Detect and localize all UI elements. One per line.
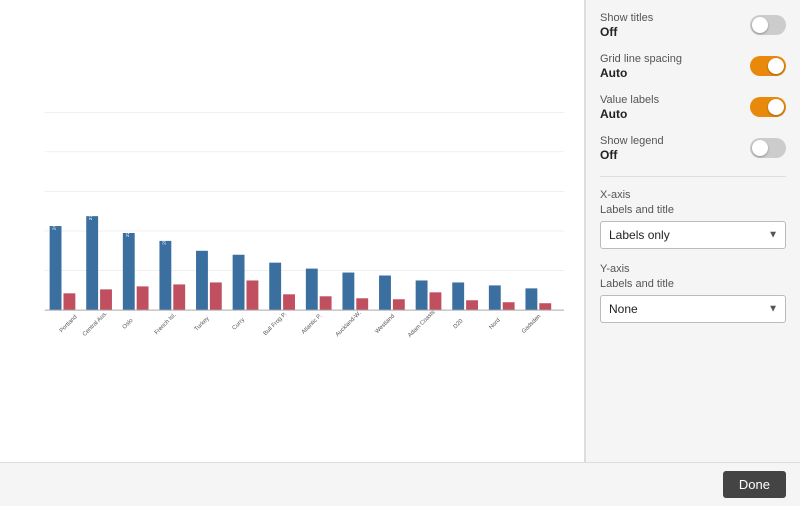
value-labels-toggle[interactable] bbox=[750, 97, 786, 117]
footer: Done bbox=[0, 462, 800, 506]
show-legend-value: Off bbox=[600, 148, 664, 162]
grid-line-label: Grid line spacing bbox=[600, 53, 682, 65]
x-axis-select-wrapper: Labels only Labels and title Title only … bbox=[600, 221, 786, 249]
svg-text:Atlantic P.: Atlantic P. bbox=[301, 313, 324, 336]
value-labels-value: Auto bbox=[600, 107, 659, 121]
show-legend-setting: Show legend Off bbox=[600, 135, 786, 162]
x-axis-select[interactable]: Labels only Labels and title Title only … bbox=[600, 221, 786, 249]
svg-text:Bull Frog P.: Bull Frog P. bbox=[263, 311, 289, 337]
value-labels-label: Value labels bbox=[600, 94, 659, 106]
grid-line-value: Auto bbox=[600, 66, 682, 80]
y-axis-select-wrapper: None Labels only Labels and title Title … bbox=[600, 295, 786, 323]
svg-text:Adam Coasts: Adam Coasts bbox=[407, 310, 436, 339]
svg-text:Portland: Portland bbox=[59, 314, 79, 334]
svg-text:24.8%: 24.8% bbox=[52, 215, 58, 230]
svg-text:20.1%: 20.1% bbox=[161, 230, 167, 245]
x-axis-title: X-axis bbox=[600, 189, 786, 201]
show-titles-label: Show titles bbox=[600, 12, 653, 24]
value-labels-setting: Value labels Auto bbox=[600, 94, 786, 121]
grid-line-toggle[interactable] bbox=[750, 56, 786, 76]
show-titles-value: Off bbox=[600, 25, 653, 39]
svg-text:22.4%: 22.4% bbox=[125, 222, 131, 237]
svg-text:Central Aus.: Central Aus. bbox=[82, 311, 109, 338]
svg-text:Oslo: Oslo bbox=[122, 317, 135, 330]
show-titles-toggle[interactable] bbox=[750, 15, 786, 35]
svg-text:D20: D20 bbox=[453, 318, 465, 330]
x-axis-sub: Labels and title bbox=[600, 204, 786, 216]
svg-text:Westland: Westland bbox=[374, 313, 396, 335]
divider-1 bbox=[600, 176, 786, 177]
grid-line-spacing-setting: Grid line spacing Auto bbox=[600, 53, 786, 80]
x-axis-section: X-axis Labels and title Labels only Labe… bbox=[600, 189, 786, 249]
done-button[interactable]: Done bbox=[723, 471, 786, 498]
show-legend-toggle[interactable] bbox=[750, 138, 786, 158]
y-axis-section: Y-axis Labels and title None Labels only… bbox=[600, 263, 786, 323]
show-legend-label: Show legend bbox=[600, 135, 664, 147]
y-axis-title: Y-axis bbox=[600, 263, 786, 275]
y-axis-sub: Labels and title bbox=[600, 278, 786, 290]
svg-text:Auckland-W.: Auckland-W. bbox=[335, 310, 363, 338]
bar-chart: Portland Central Aus. Oslo French Isl. T… bbox=[15, 10, 569, 452]
svg-text:Turkey: Turkey bbox=[194, 316, 211, 333]
show-titles-setting: Show titles Off bbox=[600, 12, 786, 39]
right-panel: Show titles Off Grid line spacing Auto bbox=[585, 0, 800, 462]
svg-text:Nord: Nord bbox=[488, 318, 501, 331]
svg-text:27.1%: 27.1% bbox=[88, 206, 94, 221]
svg-text:Gadsden: Gadsden bbox=[521, 314, 542, 335]
y-axis-select[interactable]: None Labels only Labels and title Title … bbox=[600, 295, 786, 323]
chart-area: Portland Central Aus. Oslo French Isl. T… bbox=[0, 0, 585, 462]
svg-text:Curry: Curry bbox=[232, 317, 247, 332]
svg-text:French Isl.: French Isl. bbox=[154, 312, 178, 336]
